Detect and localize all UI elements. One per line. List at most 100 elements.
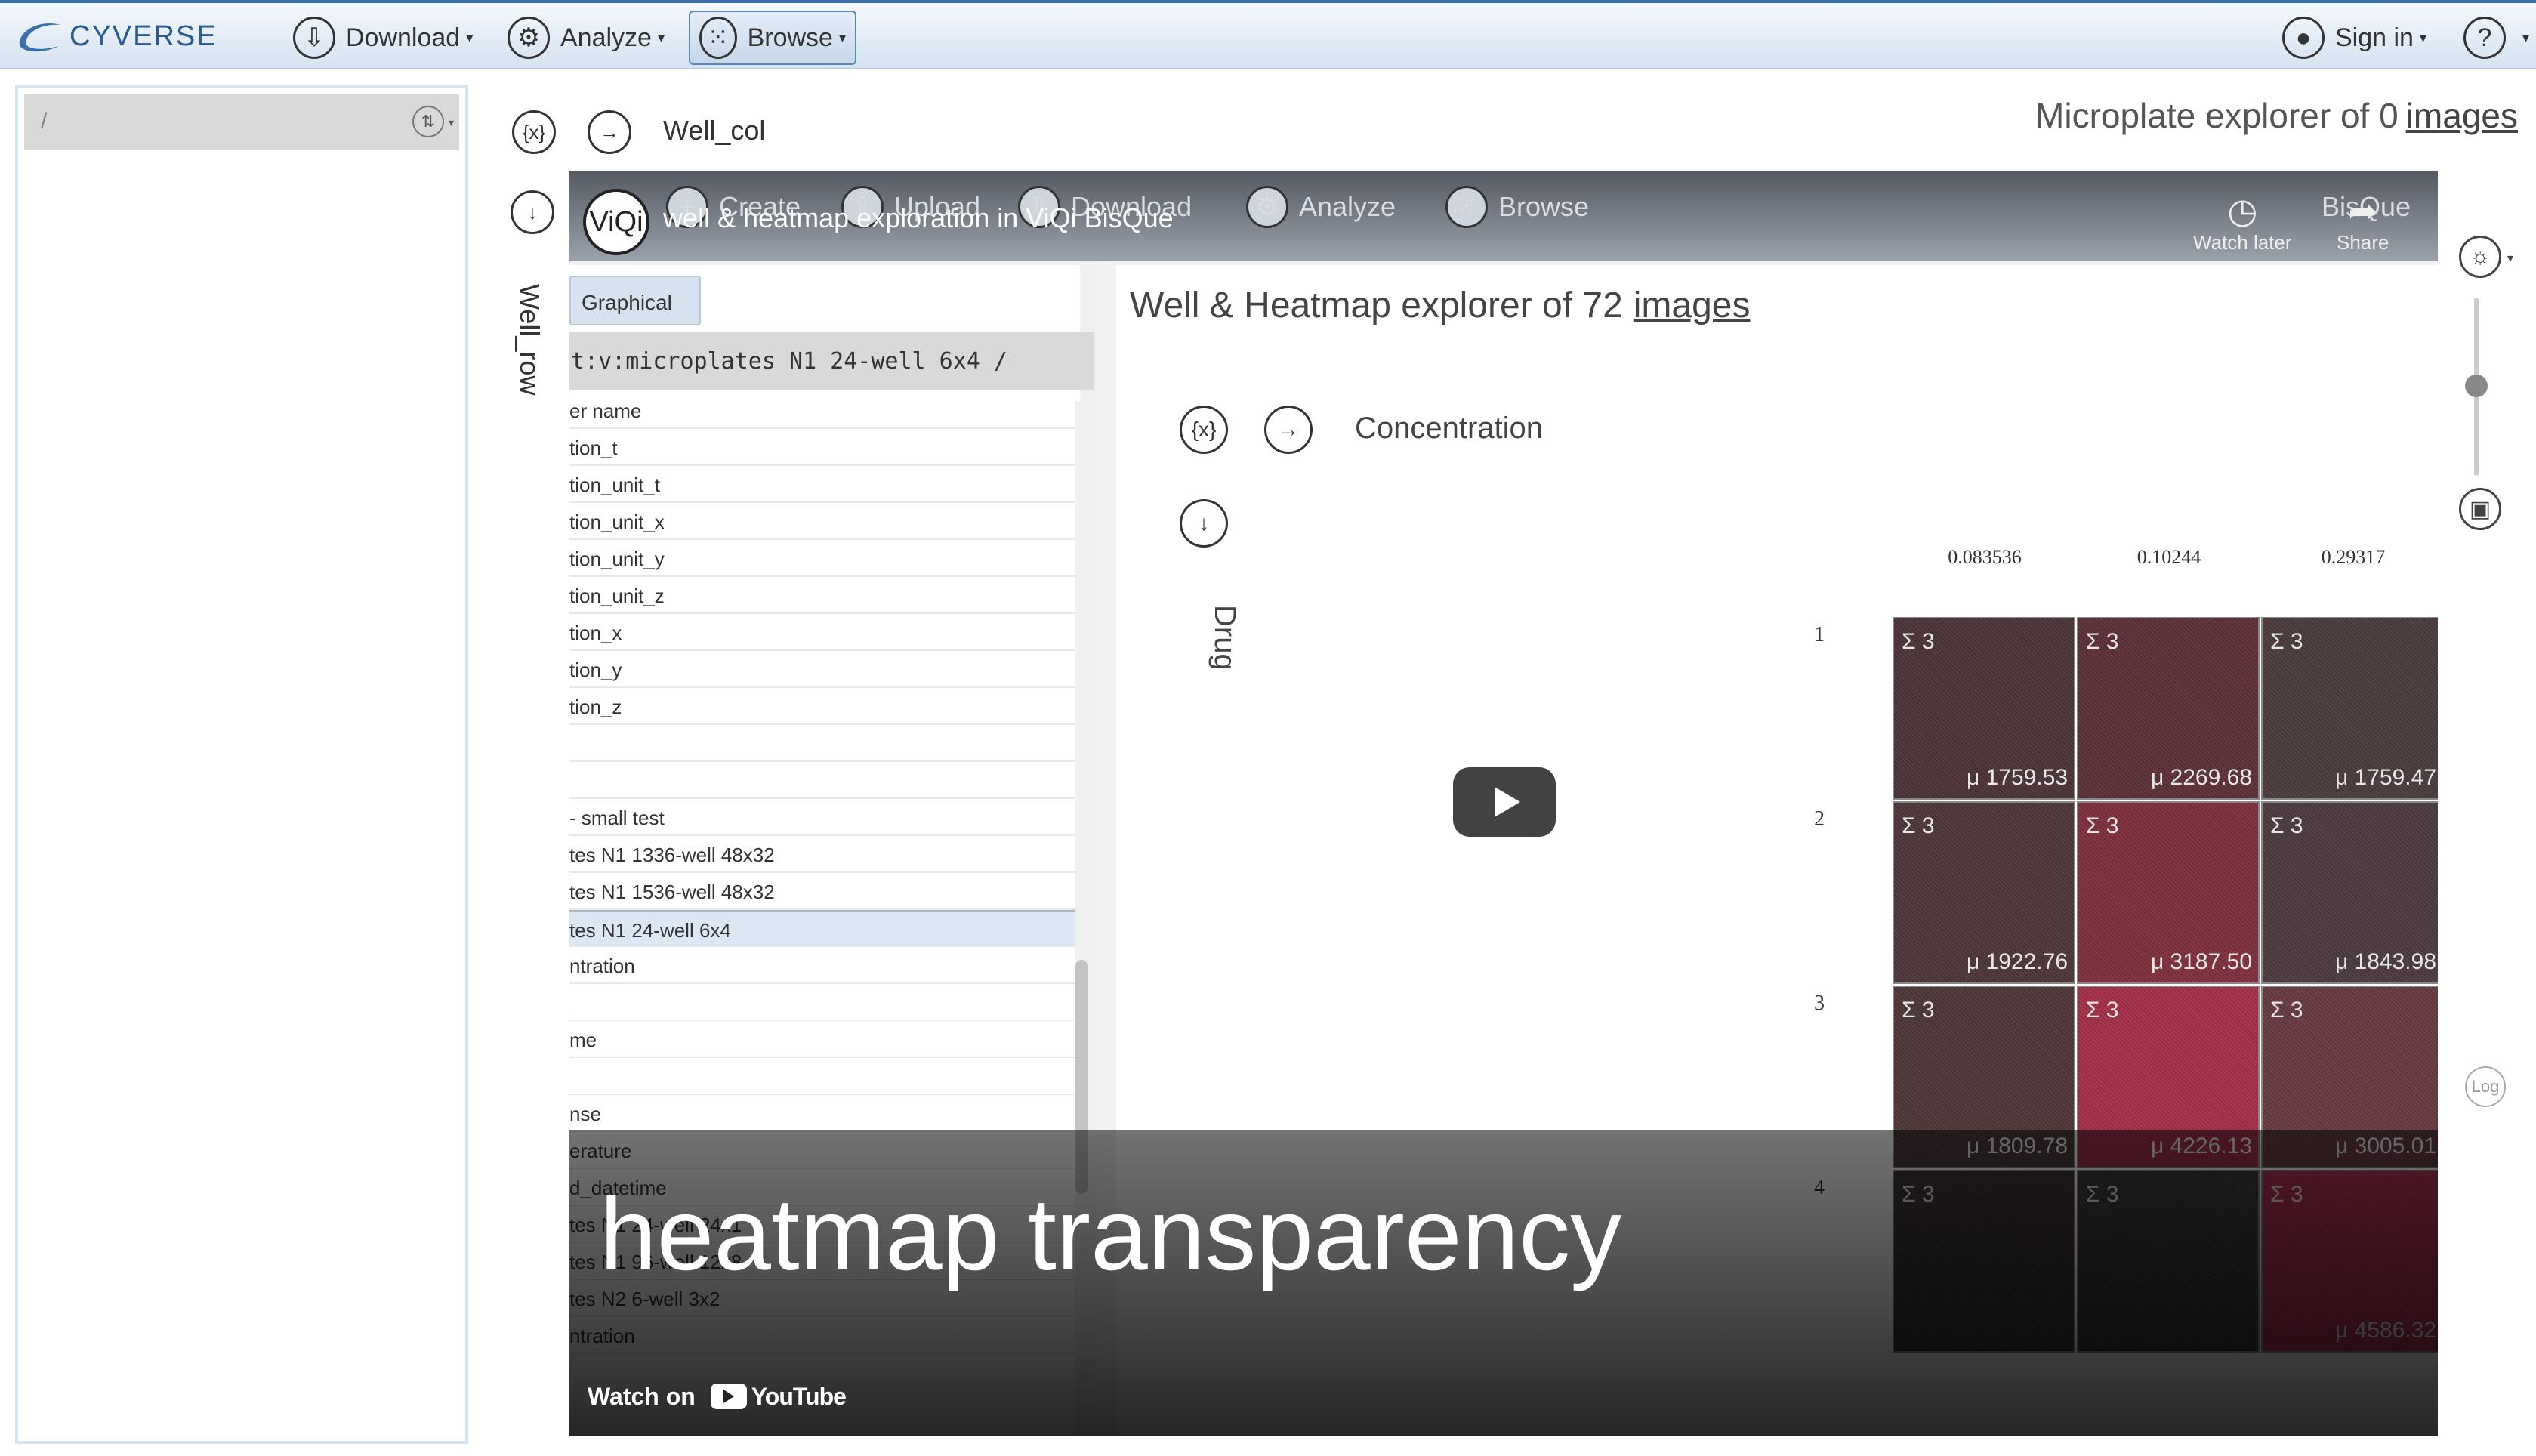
download-menu[interactable]: ⇩ Download ▾ <box>284 11 482 65</box>
well-mean: μ 1922.76 <box>1966 949 2068 974</box>
row-header: 3 <box>1814 992 1825 1015</box>
explorer-title-text: Microplate explorer of 0 <box>2035 96 2399 135</box>
inner-list-item: tes N1 1336-well 48x32 <box>569 836 1075 873</box>
play-icon <box>1495 787 1520 817</box>
inner-list-item: er name <box>569 392 1075 429</box>
inner-analyze-menu: ⚙ Analyze <box>1246 186 1396 228</box>
watch-on-label: Watch on <box>588 1382 696 1410</box>
concentration-label: Concentration <box>1355 412 1544 445</box>
inner-list-item: me <box>569 1021 1075 1058</box>
help-menu[interactable]: ? ▾ <box>2454 11 2536 65</box>
well-mean: μ 1759.47 <box>2334 765 2436 790</box>
arrow-right-icon[interactable]: → <box>588 110 631 154</box>
youtube-video-embed[interactable]: + Create ⇧ Upload ⇩ Download ⚙ Analyze ⁙ Brow… <box>569 171 2438 1436</box>
heatmap-title-text: Well & Heatmap explorer of 72 <box>1130 285 1623 325</box>
inner-list-item: tion_unit_x <box>569 503 1075 540</box>
cyverse-logo[interactable]: CYVERSE <box>15 17 218 56</box>
inner-list-item: tion_x <box>569 614 1075 651</box>
row-label: Well_row <box>514 284 545 396</box>
inner-list-item: - small test <box>569 799 1075 836</box>
well-sigma: Σ 3 <box>2086 629 2119 654</box>
function-icon: {x} <box>1180 406 1228 454</box>
inner-analyze-label: Analyze <box>1299 191 1396 222</box>
watch-on-youtube-link[interactable]: Watch on YouTube <box>588 1376 847 1417</box>
well-sigma: Σ 3 <box>2270 629 2303 654</box>
inner-list-item <box>569 984 1075 1021</box>
well-mean: μ 3187.50 <box>2150 949 2252 974</box>
inner-list-item: tion_t <box>569 429 1075 466</box>
well-sigma: Σ 3 <box>2086 813 2119 838</box>
column-header: 0.083536 <box>1948 546 2022 568</box>
inner-list-item: tion_unit_y <box>569 540 1075 577</box>
browse-menu[interactable]: ⁙ Browse ▾ <box>689 11 856 65</box>
well-sigma: Σ 3 <box>2086 998 2119 1023</box>
column-header: 0.29317 <box>2321 546 2386 568</box>
inner-list-item: tion_unit_z <box>569 577 1075 614</box>
row-header: 1 <box>1814 623 1825 646</box>
chevron-down-icon[interactable]: ▾ <box>449 116 454 129</box>
drug-label: Drug <box>1208 605 1242 671</box>
share-icon: ➦ <box>2348 191 2377 230</box>
function-icon[interactable]: {x} <box>512 110 556 154</box>
inner-list-item: tion_unit_t <box>569 466 1075 503</box>
resource-browser-panel: / ⇅ ▾ <box>15 85 468 1444</box>
heatmap-title: Well & Heatmap explorer of 72 images <box>1130 285 1751 326</box>
row-header: 2 <box>1814 807 1825 831</box>
well-sigma: Σ 3 <box>2270 998 2303 1023</box>
chevron-down-icon[interactable]: ▾ <box>2507 251 2513 266</box>
user-icon: ● <box>2282 17 2325 59</box>
brightness-slider-handle[interactable] <box>2465 375 2488 397</box>
help-icon: ? <box>2463 17 2506 59</box>
download-icon: ⇩ <box>293 17 335 59</box>
graphical-tab: Graphical <box>569 276 701 325</box>
inner-list-item: nse <box>569 1095 1075 1132</box>
well-mean: μ 1843.98 <box>2334 949 2436 974</box>
grid-icon: ⁙ <box>1445 186 1488 228</box>
sort-toggle-icon[interactable]: ⇅ <box>412 106 444 137</box>
path-bar[interactable]: / ⇅ ▾ <box>24 94 459 150</box>
chevron-down-icon: ▾ <box>2522 29 2530 45</box>
well-sigma: Σ 3 <box>2270 813 2303 838</box>
analyze-icon: ⚙ <box>508 17 550 59</box>
well-sigma: Σ 3 <box>1902 998 1935 1023</box>
analyze-icon: ⚙ <box>1246 186 1288 228</box>
top-navbar: CYVERSE ⇩ Download ▾ ⚙ Analyze ▾ ⁙ Brows… <box>0 0 2536 69</box>
brightness-icon[interactable]: ☼ <box>2459 236 2501 278</box>
inner-list-item: tion_y <box>569 651 1075 688</box>
clock-icon: ◷ <box>2227 191 2258 230</box>
share-button[interactable]: ➦ Share <box>2337 190 2389 254</box>
youtube-logo: YouTube <box>710 1383 847 1411</box>
analyze-menu[interactable]: ⚙ Analyze ▾ <box>498 11 674 65</box>
sign-in-menu[interactable]: ● Sign in ▾ <box>2273 11 2436 65</box>
chevron-down-icon: ▾ <box>466 29 474 45</box>
well-sigma: Σ 3 <box>1902 813 1935 838</box>
inner-list-item <box>569 762 1075 799</box>
cyverse-swoosh-icon <box>19 23 60 52</box>
analyze-label: Analyze <box>560 23 652 52</box>
column-label: Well_col <box>663 115 766 146</box>
inner-path: t:v:microplates N1 24-well 6x4 / <box>569 332 1094 390</box>
inner-list-item: tes N1 24-well 6x4 <box>569 910 1075 947</box>
explorer-title: Microplate explorer of 0 images <box>2035 95 2518 136</box>
heatmap-well: Σ 3 μ 1759.53 <box>1893 617 2075 800</box>
arrow-down-icon[interactable]: ↓ <box>511 190 554 234</box>
heatmap-images-link: images <box>1633 285 1751 325</box>
channel-avatar[interactable]: ViQi <box>583 189 649 255</box>
watch-later-button[interactable]: ◷ Watch later <box>2193 190 2292 254</box>
inner-browse-label: Browse <box>1498 191 1590 222</box>
log-button[interactable]: Log <box>2465 1066 2506 1107</box>
well-mean: μ 2269.68 <box>2150 765 2252 790</box>
heatmap-well: Σ 3 μ 1922.76 <box>1893 801 2075 984</box>
heatmap-well: Σ 3 μ 1843.98 <box>2261 801 2438 984</box>
inner-list-item: ntration <box>569 947 1075 984</box>
watch-later-label: Watch later <box>2193 231 2292 254</box>
images-link[interactable]: images <box>2406 96 2518 135</box>
play-button[interactable] <box>1453 767 1556 837</box>
heatmap-well: Σ 3 μ 1759.47 <box>2261 617 2438 800</box>
image-icon[interactable]: ▣ <box>2459 488 2501 530</box>
arrow-down-icon: ↓ <box>1180 499 1228 548</box>
video-title[interactable]: well & heatmap exploration in ViQi BisQu… <box>663 202 1174 234</box>
heatmap-well: Σ 3 μ 3187.50 <box>2077 801 2260 984</box>
video-caption: heatmap transparency <box>600 1177 1622 1291</box>
heatmap-well: Σ 3 μ 2269.68 <box>2077 617 2260 800</box>
